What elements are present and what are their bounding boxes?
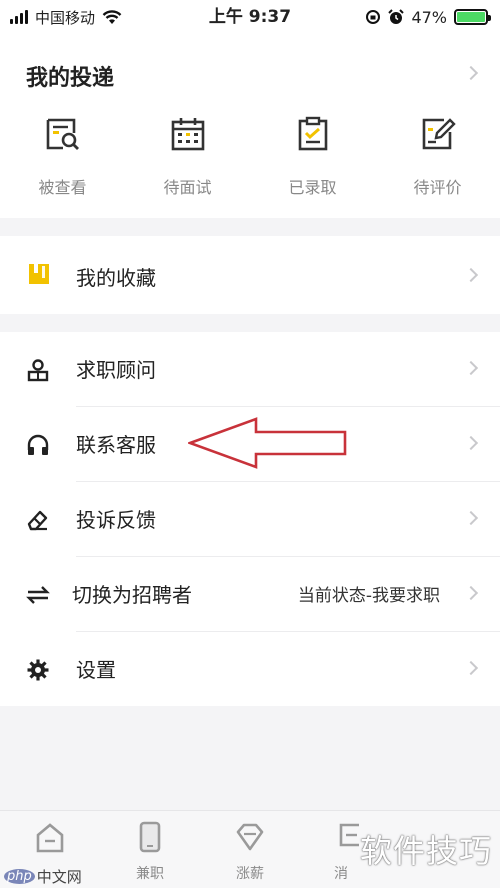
- annotation-arrow: [188, 417, 347, 469]
- php-logo: php: [4, 869, 35, 884]
- tab-parttime[interactable]: 兼职: [120, 821, 180, 883]
- diamond-icon: [236, 823, 264, 851]
- stat-hired[interactable]: 已录取: [250, 116, 375, 198]
- phone-icon: [139, 821, 161, 853]
- stat-viewed[interactable]: 被查看: [0, 116, 125, 198]
- delivery-card[interactable]: 我的投递 被查看 待面试 已录取 待评价: [0, 34, 500, 218]
- status-bar: 中国移动 上午 9:37 47%: [0, 0, 500, 34]
- menu-list: 求职顾问 联系客服 投诉反馈 切换为招聘者 当前状态-我要求职 设置: [0, 332, 500, 706]
- menu-item-advisor[interactable]: 求职顾问: [0, 332, 500, 407]
- favorites-row[interactable]: 我的收藏: [0, 236, 500, 314]
- favorites-label: 我的收藏: [76, 266, 156, 290]
- stat-label: 待评价: [413, 178, 462, 197]
- chevron-right-icon: [463, 585, 479, 601]
- status-right: 47%: [365, 6, 491, 28]
- calendar-icon: [171, 118, 204, 151]
- chevron-right-icon: [463, 267, 479, 283]
- chevron-right-icon: [463, 435, 479, 451]
- headphones-icon: [27, 434, 49, 455]
- battery-icon: [454, 9, 491, 25]
- advisor-icon: [27, 359, 49, 382]
- delivery-title: 我的投递: [26, 66, 115, 91]
- menu-item-label: 投诉反馈: [76, 508, 156, 532]
- menu-item-label: 切换为招聘者: [72, 583, 192, 607]
- php-watermark-text: 中文网: [36, 868, 82, 886]
- chevron-right-icon: [463, 65, 479, 81]
- alarm-icon: [388, 9, 405, 24]
- stat-interview[interactable]: 待面试: [125, 116, 250, 198]
- menu-item-label: 求职顾问: [76, 358, 156, 382]
- resume-search-icon: [46, 118, 79, 150]
- stat-label: 被查看: [38, 178, 87, 197]
- chevron-right-icon: [463, 660, 479, 676]
- tab-label: 兼职: [136, 866, 164, 882]
- stat-review[interactable]: 待评价: [375, 116, 500, 198]
- tab-home[interactable]: [20, 821, 80, 859]
- menu-item-settings[interactable]: 设置: [0, 632, 500, 707]
- php-watermark: php 中文网: [4, 866, 82, 887]
- stat-label: 已录取: [288, 178, 337, 197]
- menu-item-label: 设置: [76, 658, 116, 682]
- battery-percent: 47%: [411, 7, 447, 27]
- stat-label: 待面试: [163, 178, 212, 197]
- gear-icon: [27, 659, 49, 681]
- current-status-value: 当前状态-我要求职: [297, 586, 440, 606]
- tab-raise[interactable]: 涨薪: [220, 821, 280, 883]
- menu-item-label: 联系客服: [76, 433, 156, 457]
- message-icon: [339, 823, 359, 847]
- clipboard-check-icon: [298, 116, 327, 151]
- site-watermark: 软件技巧: [360, 832, 493, 870]
- edit-review-icon: [422, 118, 456, 150]
- home-icon: [36, 823, 64, 853]
- eraser-icon: [27, 510, 48, 531]
- bookmark-icon: [29, 264, 49, 284]
- switch-icon: [26, 586, 50, 604]
- rotation-lock-icon: [366, 10, 381, 24]
- menu-item-switch-role[interactable]: 切换为招聘者 当前状态-我要求职: [0, 557, 500, 632]
- chevron-right-icon: [463, 510, 479, 526]
- tab-label: 涨薪: [236, 866, 264, 882]
- menu-item-feedback[interactable]: 投诉反馈: [0, 482, 500, 557]
- chevron-right-icon: [463, 360, 479, 376]
